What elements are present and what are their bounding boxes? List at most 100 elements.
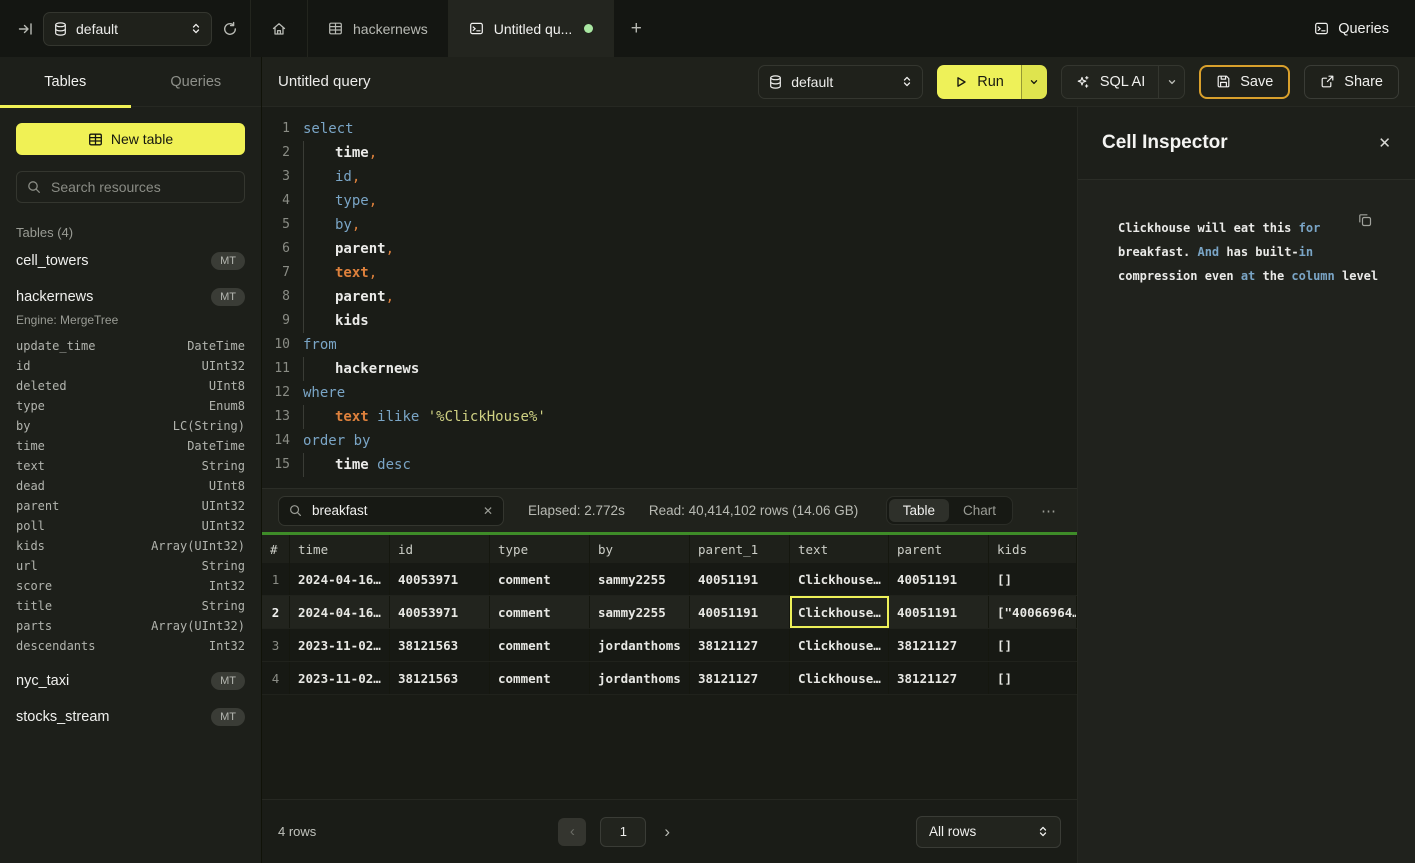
table-cell[interactable]: 40051191: [690, 563, 790, 595]
table-cell[interactable]: jordanthoms: [590, 662, 690, 694]
table-cell[interactable]: 40053971: [390, 596, 490, 628]
table-cell[interactable]: 40051191: [690, 596, 790, 628]
table-cell[interactable]: 2024-04-16…: [290, 563, 390, 595]
table-cell[interactable]: comment: [490, 596, 590, 628]
sql-ai-main[interactable]: SQL AI: [1062, 66, 1158, 98]
column-row[interactable]: update_timeDateTime: [16, 336, 245, 356]
table-cell[interactable]: Clickhouse…: [790, 563, 889, 595]
refresh-icon[interactable]: [222, 21, 238, 37]
search-resources-input[interactable]: [49, 178, 234, 196]
table-cell[interactable]: ["40066964…: [989, 596, 1077, 628]
column-row[interactable]: timeDateTime: [16, 436, 245, 456]
table-cell[interactable]: 38121127: [690, 629, 790, 661]
tab-hackernews[interactable]: hackernews: [308, 0, 449, 57]
close-icon[interactable]: ✕: [1378, 134, 1391, 152]
table-cell[interactable]: comment: [490, 563, 590, 595]
column-row[interactable]: partsArray(UInt32): [16, 616, 245, 636]
share-button[interactable]: Share: [1304, 65, 1399, 99]
view-toggle-chart[interactable]: Chart: [949, 499, 1010, 522]
run-button-main[interactable]: Run: [937, 65, 1021, 99]
run-options-chevron[interactable]: [1021, 65, 1047, 99]
table-cell[interactable]: 38121127: [690, 662, 790, 694]
column-row[interactable]: descendantsInt32: [16, 636, 245, 656]
column-header[interactable]: text: [790, 535, 889, 563]
column-type: Int32: [209, 579, 245, 593]
query-database-selector[interactable]: default: [758, 65, 923, 99]
sql-editor[interactable]: 1select2time,3id,4type,5by,6parent,7text…: [262, 107, 1077, 488]
table-cell[interactable]: 2024-04-16…: [290, 596, 390, 628]
queries-button[interactable]: Queries: [1288, 0, 1415, 57]
tables-section-label: Tables (4): [16, 225, 245, 240]
column-header[interactable]: parent_1: [690, 535, 790, 563]
column-row[interactable]: idUInt32: [16, 356, 245, 376]
tab-home[interactable]: [250, 0, 308, 57]
table-cell[interactable]: 40051191: [889, 563, 989, 595]
table-cell[interactable]: comment: [490, 629, 590, 661]
sidebar-table-item[interactable]: nyc_taxiMT: [16, 666, 245, 696]
table-cell[interactable]: 38121127: [889, 629, 989, 661]
table-cell[interactable]: Clickhouse…: [790, 629, 889, 661]
table-cell[interactable]: sammy2255: [590, 596, 690, 628]
sql-ai-options-chevron[interactable]: [1158, 66, 1184, 98]
tab-untitled-query[interactable]: Untitled qu...: [449, 0, 615, 57]
new-table-button[interactable]: New table: [16, 123, 245, 155]
clear-search-icon[interactable]: ✕: [483, 504, 493, 518]
table-cell[interactable]: 40053971: [390, 563, 490, 595]
results-search-input[interactable]: [310, 502, 475, 519]
sidebar-table-item[interactable]: stocks_streamMT: [16, 702, 245, 732]
table-cell[interactable]: 2023-11-02…: [290, 662, 390, 694]
column-header[interactable]: type: [490, 535, 590, 563]
table-cell[interactable]: []: [989, 563, 1077, 595]
run-button[interactable]: Run: [937, 65, 1047, 99]
column-row[interactable]: pollUInt32: [16, 516, 245, 536]
column-row[interactable]: deletedUInt8: [16, 376, 245, 396]
save-button[interactable]: Save: [1199, 65, 1290, 99]
column-row[interactable]: titleString: [16, 596, 245, 616]
sidebar-table-cell_towers: cell_towersMT: [16, 246, 245, 276]
column-row[interactable]: urlString: [16, 556, 245, 576]
copy-icon[interactable]: [1357, 212, 1373, 228]
next-page-button[interactable]: ›: [660, 822, 674, 842]
table-cell[interactable]: comment: [490, 662, 590, 694]
table-cell[interactable]: Clickhouse…: [790, 596, 889, 628]
column-header[interactable]: kids: [989, 535, 1077, 563]
sidebar-table-item[interactable]: hackernewsMT: [16, 282, 245, 312]
column-row[interactable]: typeEnum8: [16, 396, 245, 416]
column-row[interactable]: textString: [16, 456, 245, 476]
column-header[interactable]: id: [390, 535, 490, 563]
column-header[interactable]: by: [590, 535, 690, 563]
column-row[interactable]: parentUInt32: [16, 496, 245, 516]
table-cell[interactable]: 2023-11-02…: [290, 629, 390, 661]
code-line: 14order by: [262, 429, 1077, 453]
column-row[interactable]: byLC(String): [16, 416, 245, 436]
table-cell[interactable]: 38121127: [889, 662, 989, 694]
table-cell[interactable]: []: [989, 662, 1077, 694]
column-header[interactable]: #: [262, 535, 290, 563]
table-cell[interactable]: 40051191: [889, 596, 989, 628]
current-page-indicator[interactable]: 1: [600, 817, 646, 847]
table-cell[interactable]: sammy2255: [590, 563, 690, 595]
column-row[interactable]: scoreInt32: [16, 576, 245, 596]
column-row[interactable]: kidsArray(UInt32): [16, 536, 245, 556]
new-tab-button[interactable]: +: [614, 0, 658, 57]
sidebar-tab-queries[interactable]: Queries: [131, 57, 262, 106]
view-toggle-table[interactable]: Table: [889, 499, 949, 522]
column-header[interactable]: parent: [889, 535, 989, 563]
column-row[interactable]: deadUInt8: [16, 476, 245, 496]
column-header[interactable]: time: [290, 535, 390, 563]
sidebar-tab-tables[interactable]: Tables: [0, 57, 131, 106]
page-size-selector[interactable]: All rows: [916, 816, 1061, 848]
previous-page-button[interactable]: ‹: [558, 818, 586, 846]
table-cell[interactable]: []: [989, 629, 1077, 661]
table-cell[interactable]: jordanthoms: [590, 629, 690, 661]
table-cell[interactable]: 38121563: [390, 629, 490, 661]
sql-ai-button[interactable]: SQL AI: [1061, 65, 1185, 99]
more-options-icon[interactable]: ⋯: [1037, 502, 1061, 520]
collapse-sidebar-icon[interactable]: [18, 22, 33, 36]
topbar-database-selector[interactable]: default: [43, 12, 212, 46]
sidebar-table-item[interactable]: cell_towersMT: [16, 246, 245, 276]
cell-inspector-title: Cell Inspector: [1102, 132, 1228, 154]
table-cell[interactable]: 38121563: [390, 662, 490, 694]
table-cell[interactable]: Clickhouse…: [790, 662, 889, 694]
engine-badge: MT: [211, 288, 245, 306]
